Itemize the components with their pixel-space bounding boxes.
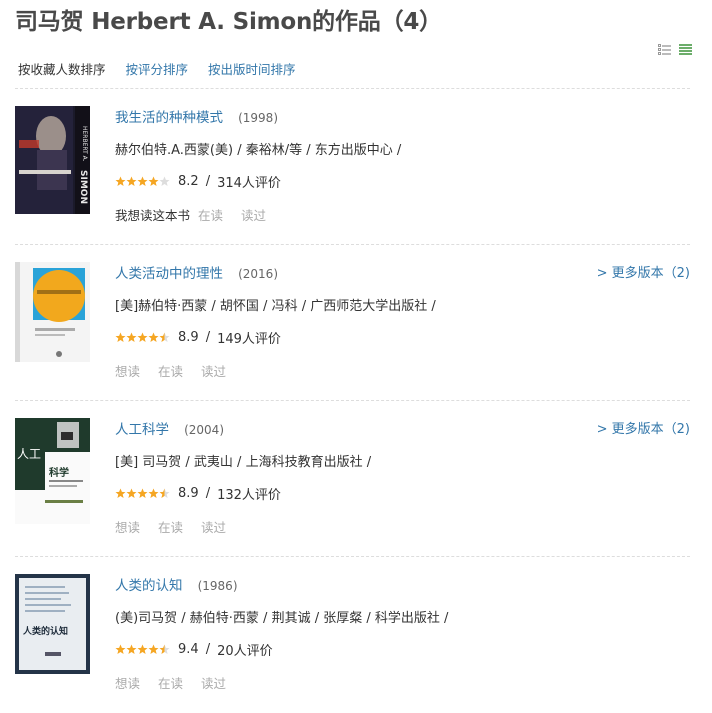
star-icon xyxy=(126,488,137,499)
star-icon xyxy=(115,644,126,655)
star-icon xyxy=(148,488,159,499)
rating-stars xyxy=(115,488,170,499)
book-cover[interactable]: 人工 科学 xyxy=(15,418,90,526)
read-button[interactable]: 读过 xyxy=(201,673,226,692)
rating-score: 8.9 xyxy=(178,330,199,345)
book-authors: (美)司马贺 / 赫伯特·西蒙 / 荆其诚 / 张厚粲 / 科学出版社 / xyxy=(115,611,449,626)
star-icon xyxy=(137,644,148,655)
rating-count[interactable]: 314人评价 xyxy=(217,172,281,191)
divider xyxy=(15,88,690,89)
rating-score: 9.4 xyxy=(178,642,199,657)
want-to-read-button[interactable]: 想读 xyxy=(115,361,140,380)
star-icon xyxy=(148,332,159,343)
star-icon xyxy=(137,332,148,343)
read-button[interactable]: 读过 xyxy=(201,361,226,380)
rating-line: 8.9 / 149人评价 xyxy=(115,328,281,347)
book-year: (2004) xyxy=(184,423,224,437)
book-item: HERBERT A. SIMON 我生活的种种模式 (1998) 赫尔伯特.A.… xyxy=(15,106,690,246)
rating-stars xyxy=(115,176,170,187)
star-icon xyxy=(115,488,126,499)
star-icon xyxy=(159,332,170,343)
svg-text:SIMON: SIMON xyxy=(78,170,88,204)
star-icon xyxy=(115,332,126,343)
rating-line: 8.9 / 132人评价 xyxy=(115,484,281,503)
sort-by-rating[interactable]: 按评分排序 xyxy=(126,59,189,78)
star-icon xyxy=(126,176,137,187)
book-item: 人类活动中的理性 (2016) > 更多版本（2) [美]赫伯特·西蒙 / 胡怀… xyxy=(15,262,690,402)
want-to-read-button[interactable]: 想读 xyxy=(115,673,140,692)
reading-button[interactable]: 在读 xyxy=(158,673,183,692)
book-item: 人类的认知 人类的认知 (1986) (美)司马贺 / 赫伯特·西蒙 / 荆其诚… xyxy=(15,574,690,713)
rating-score: 8.2 xyxy=(178,174,199,189)
reading-button[interactable]: 在读 xyxy=(158,361,183,380)
star-icon xyxy=(126,332,137,343)
star-icon xyxy=(159,176,170,187)
book-title[interactable]: 人类的认知 xyxy=(115,578,183,594)
reading-actions: 我想读这本书 在读 读过 xyxy=(115,205,280,224)
book-authors: [美]赫伯特·西蒙 / 胡怀国 / 冯科 / 广西师范大学出版社 / xyxy=(115,299,436,314)
star-icon xyxy=(159,488,170,499)
reading-actions: 想读 在读 读过 xyxy=(115,361,240,380)
rating-stars xyxy=(115,332,170,343)
more-versions-link[interactable]: > 更多版本（2) xyxy=(597,418,690,437)
book-title[interactable]: 我生活的种种模式 xyxy=(115,110,223,126)
book-authors: [美] 司马贺 / 武夷山 / 上海科技教育出版社 / xyxy=(115,455,372,470)
rating-count[interactable]: 149人评价 xyxy=(217,328,281,347)
rating-score: 8.9 xyxy=(178,486,199,501)
reading-actions: 想读 在读 读过 xyxy=(115,517,240,536)
rating-count[interactable]: 132人评价 xyxy=(217,484,281,503)
star-icon xyxy=(115,176,126,187)
reading-button[interactable]: 在读 xyxy=(198,205,223,224)
reading-button[interactable]: 在读 xyxy=(158,517,183,536)
want-to-read-button[interactable]: 想读 xyxy=(115,517,140,536)
sort-bar: 按收藏人数排序 按评分排序 按出版时间排序 xyxy=(18,59,312,78)
more-versions-link[interactable]: > 更多版本（2) xyxy=(597,262,690,281)
star-icon xyxy=(137,488,148,499)
read-button[interactable]: 读过 xyxy=(201,517,226,536)
divider xyxy=(15,400,690,401)
rating-line: 8.2 / 314人评价 xyxy=(115,172,281,191)
divider xyxy=(15,556,690,557)
star-icon xyxy=(148,644,159,655)
book-item: 人工 科学 人工科学 (2004) > 更多版本（2) [美] 司马贺 / 武夷… xyxy=(15,418,690,558)
rating-line: 9.4 / 20人评价 xyxy=(115,640,273,659)
book-cover[interactable]: 人类的认知 xyxy=(15,574,90,682)
star-icon xyxy=(159,644,170,655)
book-title[interactable]: 人类活动中的理性 xyxy=(115,266,223,282)
svg-text:人工: 人工 xyxy=(17,447,41,461)
rating-count[interactable]: 20人评价 xyxy=(217,640,273,659)
star-icon xyxy=(126,644,137,655)
svg-text:科学: 科学 xyxy=(49,466,69,479)
book-title[interactable]: 人工科学 xyxy=(115,422,169,438)
rating-separator: / xyxy=(205,174,211,189)
star-icon xyxy=(137,176,148,187)
book-year: (2016) xyxy=(238,267,278,281)
reading-actions: 想读 在读 读过 xyxy=(115,673,240,692)
detail-view-icon[interactable] xyxy=(679,44,692,56)
book-year: (1986) xyxy=(197,579,238,593)
book-year: (1998) xyxy=(238,111,278,125)
star-icon xyxy=(148,176,159,187)
rating-separator: / xyxy=(205,486,211,501)
divider xyxy=(15,244,690,245)
list-view-icon[interactable] xyxy=(658,44,671,56)
sort-by-publish-date[interactable]: 按出版时间排序 xyxy=(208,59,296,78)
book-cover[interactable]: HERBERT A. SIMON xyxy=(15,106,90,214)
book-authors: 赫尔伯特.A.西蒙(美) / 秦裕林/等 / 东方出版中心 / xyxy=(115,143,402,158)
book-cover[interactable] xyxy=(15,262,90,370)
read-button[interactable]: 读过 xyxy=(241,205,266,224)
want-to-read-button[interactable]: 我想读这本书 xyxy=(115,205,190,224)
svg-text:HERBERT A.: HERBERT A. xyxy=(81,126,88,162)
view-toggle xyxy=(658,44,692,56)
rating-separator: / xyxy=(205,642,211,657)
page-title: 司马贺 Herbert A. Simon的作品（4） xyxy=(15,9,442,35)
rating-stars xyxy=(115,644,170,655)
rating-separator: / xyxy=(205,330,211,345)
svg-text:人类的认知: 人类的认知 xyxy=(22,625,68,637)
sort-by-collection[interactable]: 按收藏人数排序 xyxy=(18,59,106,78)
